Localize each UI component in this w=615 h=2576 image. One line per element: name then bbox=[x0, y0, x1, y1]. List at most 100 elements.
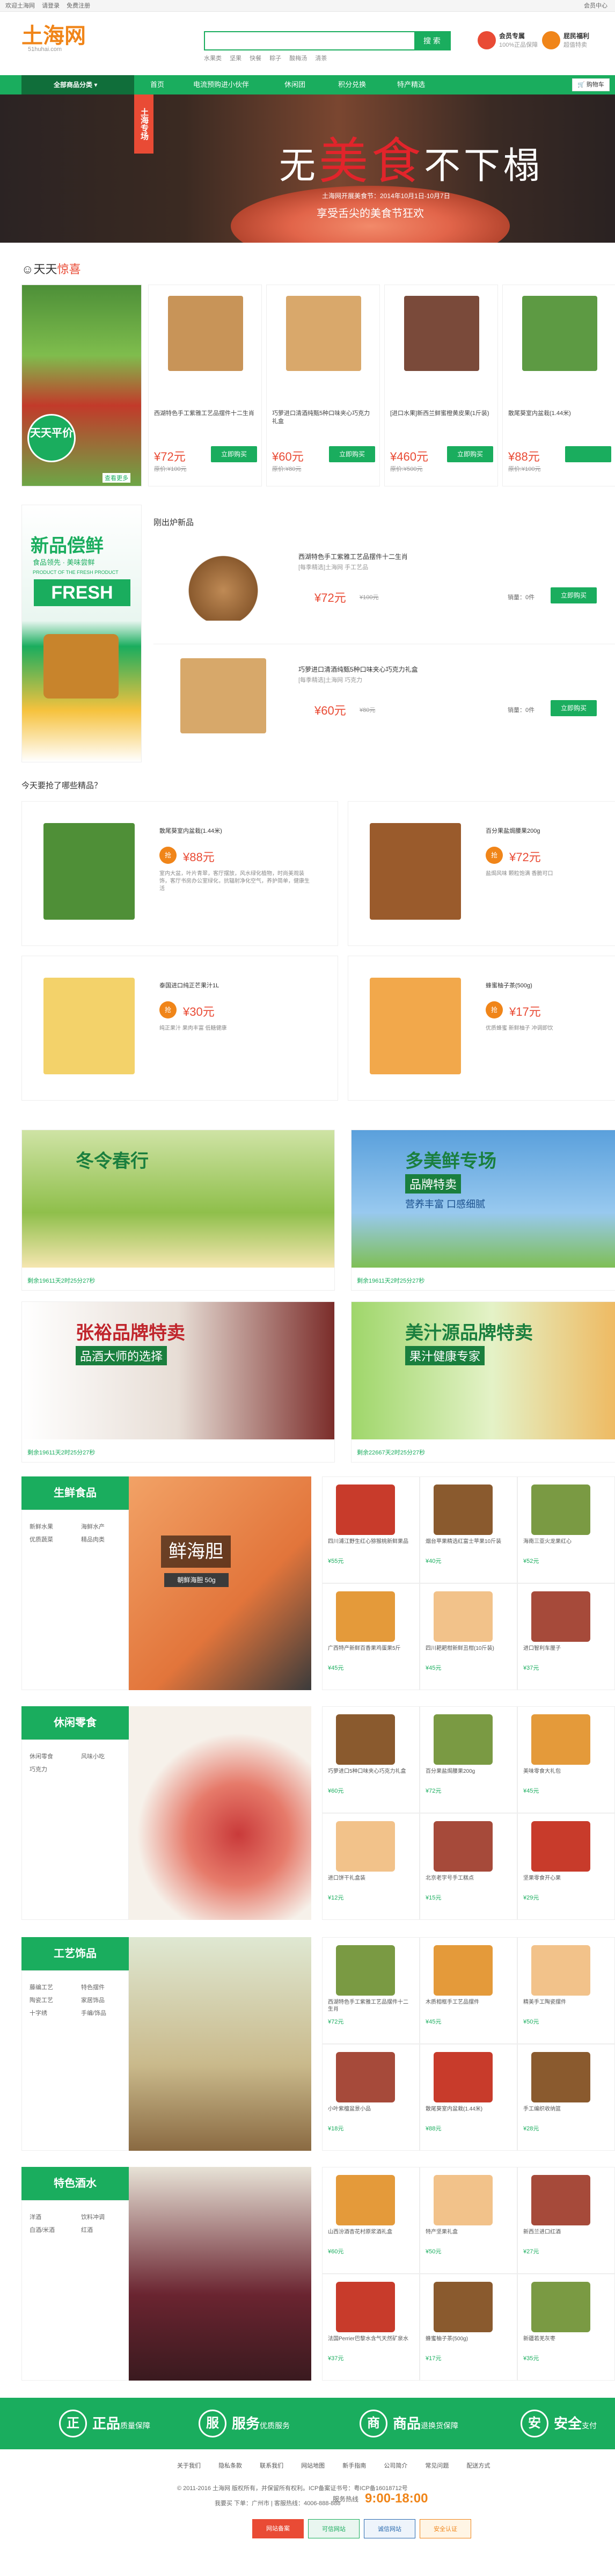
footer-link[interactable]: 联系我们 bbox=[260, 2463, 283, 2469]
floor-category-link[interactable]: 家居饰品 bbox=[81, 1995, 105, 2006]
floor-product-cell[interactable]: 新疆若羌灰枣 ¥35元 bbox=[517, 2274, 615, 2381]
product-image[interactable] bbox=[434, 1945, 493, 1996]
floor-category-link[interactable]: 休闲零食 bbox=[30, 1751, 53, 1763]
member-badge[interactable]: 会员专属 100%正品保障 bbox=[478, 31, 553, 55]
login-link[interactable]: 请登录 bbox=[42, 0, 60, 12]
cert-badge[interactable]: 可信网站 bbox=[308, 2519, 360, 2538]
product-name[interactable]: 进口饼干礼盒装 bbox=[328, 1875, 408, 1882]
product-name[interactable]: 小叶紫檀盆景小品 bbox=[328, 2106, 408, 2113]
welfare-badge[interactable]: 屁民福利 超值特卖 bbox=[542, 31, 615, 55]
fresh-buy-button[interactable]: 立即购买 bbox=[551, 587, 597, 603]
fresh-item-name[interactable]: 西湖特色手工紫雅工艺品摆件十二生肖 bbox=[298, 552, 408, 561]
product-image[interactable] bbox=[531, 2052, 590, 2102]
product-name[interactable]: 新疆若羌灰枣 bbox=[523, 2335, 604, 2342]
footer-link[interactable]: 配送方式 bbox=[466, 2463, 490, 2469]
nav-item-preorder[interactable]: 电流预购进小伙伴 bbox=[193, 75, 249, 94]
product-image[interactable] bbox=[336, 2052, 395, 2102]
floor-ad-image[interactable] bbox=[129, 1937, 311, 2151]
floor-product-cell[interactable]: 散尾葵室内盆栽(1.44米) ¥88元 bbox=[420, 2044, 517, 2151]
floor-category-link[interactable]: 白酒/米酒 bbox=[30, 2224, 55, 2236]
product-image[interactable] bbox=[434, 1485, 493, 1535]
nav-item-leisure[interactable]: 休闲团 bbox=[284, 75, 305, 94]
product-image[interactable] bbox=[522, 296, 597, 371]
floor-product-cell[interactable]: 山西汾酒杏花村原浆酒礼盒 ¥60元 bbox=[322, 2167, 420, 2274]
product-image[interactable] bbox=[168, 296, 243, 371]
special-brand-card[interactable]: 多美鲜专场 品牌特卖 营养丰富 口感细腻 剩余19611天2时25分27秒 bbox=[351, 1130, 615, 1291]
search-button[interactable]: 搜 索 bbox=[414, 32, 450, 49]
product-name[interactable]: 西湖特色手工紫雅工艺品摆件十二生肖 bbox=[328, 1999, 408, 2013]
product-image[interactable] bbox=[531, 1485, 590, 1535]
fresh-item[interactable]: 西湖特色手工紫雅工艺品摆件十二生肖 [每季精选]土海网 手工艺品 ¥72元 ¥1… bbox=[153, 532, 615, 644]
floor-product-cell[interactable]: 巧萝进口5种口味夹心巧克力礼盒 ¥60元 bbox=[322, 1706, 420, 1813]
floor-product-cell[interactable]: 小叶紫檀盆景小品 ¥18元 bbox=[322, 2044, 420, 2151]
product-image[interactable] bbox=[434, 2052, 493, 2102]
buy-now-button[interactable]: 立即购买 bbox=[329, 446, 375, 462]
special-brand-card[interactable]: 张裕品牌特卖 品酒大师的选择 剩余19611天2时25分27秒 bbox=[21, 1301, 335, 1462]
floor-product-cell[interactable]: 进口饼干礼盒装 ¥12元 bbox=[322, 1813, 420, 1920]
product-name[interactable]: 百分果盐焗腰果200g bbox=[426, 1768, 506, 1775]
product-image[interactable] bbox=[531, 1821, 590, 1872]
floor-category-link[interactable]: 海鲜水产 bbox=[81, 1521, 105, 1533]
floor-category-link[interactable]: 新鲜水果 bbox=[30, 1521, 53, 1533]
product-name[interactable]: 法国Perrier巴黎水含气天然矿泉水 bbox=[328, 2335, 408, 2342]
floor-category-link[interactable]: 陶瓷工艺 bbox=[30, 1995, 53, 2006]
product-name[interactable]: 四川浦江野生红心猕猴桃新鲜果品 bbox=[328, 1538, 408, 1545]
product-name[interactable]: 进口智利车厘子 bbox=[523, 1645, 604, 1652]
product-name[interactable]: 西湖特色手工紫雅工艺品摆件十二生肖 bbox=[154, 410, 256, 418]
floor-category-link[interactable]: 红酒 bbox=[81, 2224, 93, 2236]
product-name[interactable]: 海南三亚火龙果红心 bbox=[523, 1538, 604, 1545]
floor-product-cell[interactable]: 四川浦江野生红心猕猴桃新鲜果品 ¥55元 bbox=[322, 1476, 420, 1583]
site-logo[interactable]: 土海网 bbox=[21, 18, 86, 49]
product-image[interactable] bbox=[434, 2175, 493, 2225]
fresh-item-image[interactable] bbox=[180, 545, 266, 621]
floor-product-cell[interactable]: 坚果零食开心果 ¥29元 bbox=[517, 1813, 615, 1920]
daily-product-card[interactable]: 巧萝进口清酒纯甄5种口味夹心巧克力礼盒 ¥60元 原价:¥80元 立即购买 bbox=[266, 285, 380, 486]
product-image[interactable] bbox=[336, 1591, 395, 1642]
product-image[interactable] bbox=[404, 296, 479, 371]
register-link[interactable]: 免费注册 bbox=[67, 0, 90, 12]
nav-item-points[interactable]: 积分兑换 bbox=[338, 75, 366, 94]
product-name[interactable]: 巧萝进口5种口味夹心巧克力礼盒 bbox=[328, 1768, 408, 1775]
floor-product-cell[interactable]: 手工编织收纳篮 ¥28元 bbox=[517, 2044, 615, 2151]
product-name[interactable]: 坚果零食开心果 bbox=[523, 1875, 604, 1882]
floor-category-link[interactable]: 洋酒 bbox=[30, 2211, 41, 2223]
product-image[interactable] bbox=[286, 296, 361, 371]
product-image[interactable] bbox=[531, 2282, 590, 2332]
floor-category-link[interactable]: 风味小吃 bbox=[81, 1751, 105, 1763]
floor-category-link[interactable]: 饮料冲调 bbox=[81, 2211, 105, 2223]
cart-button[interactable]: 🛒 购物车 bbox=[572, 78, 610, 91]
product-name[interactable]: 散尾葵室内盆栽(1.44米) bbox=[159, 826, 320, 835]
product-name[interactable]: 巧萝进口清酒纯甄5种口味夹心巧克力礼盒 bbox=[272, 410, 374, 426]
footer-link[interactable]: 关于我们 bbox=[177, 2463, 201, 2469]
product-name[interactable]: 手工编织收纳篮 bbox=[523, 2106, 604, 2113]
product-name[interactable]: 北京老字号手工糕点 bbox=[426, 1875, 506, 1882]
product-name[interactable]: 新西兰进口红酒 bbox=[523, 2229, 604, 2236]
floor-category-link[interactable]: 特色摆件 bbox=[81, 1982, 105, 1993]
footer-link[interactable]: 隐私条款 bbox=[218, 2463, 242, 2469]
hero-banner[interactable]: 土海专场 无美食不下榻 土海网开展美食节：2014年10月1日-10月7日 享受… bbox=[0, 94, 615, 243]
product-image[interactable] bbox=[336, 2282, 395, 2332]
floor-product-cell[interactable]: 进口智利车厘子 ¥37元 bbox=[517, 1583, 615, 1690]
product-name[interactable]: 百分果盐焗腰果200g bbox=[486, 826, 615, 835]
product-name[interactable]: 泰国进口纯正芒果汁1L bbox=[159, 981, 320, 989]
product-image[interactable] bbox=[336, 2175, 395, 2225]
special-brand-card[interactable]: 美汁源品牌特卖 果汁健康专家 剩余22667天2时25分27秒 bbox=[351, 1301, 615, 1462]
floor-product-cell[interactable]: 蜂蜜柚子茶(500g) ¥17元 bbox=[420, 2274, 517, 2381]
today-product-card[interactable]: 蜂蜜柚子茶(500g) 抢 ¥17元 优质蜂蜜 新鲜柚子 冲调即饮 bbox=[348, 956, 615, 1101]
product-image[interactable] bbox=[434, 1714, 493, 1765]
product-name[interactable]: 烟台苹果精选红富士苹果10斤装 bbox=[426, 1538, 506, 1545]
all-categories-button[interactable]: 全部商品分类 ▾ bbox=[21, 75, 134, 94]
floor-ad-image[interactable] bbox=[129, 2167, 311, 2381]
hot-word[interactable]: 水果类 bbox=[204, 55, 222, 62]
product-image[interactable] bbox=[336, 1714, 395, 1765]
floor-product-cell[interactable]: 精美手工陶瓷摆件 ¥50元 bbox=[517, 1937, 615, 2044]
product-name[interactable]: 特产坚果礼盒 bbox=[426, 2229, 506, 2236]
search-input[interactable] bbox=[205, 32, 414, 49]
footer-link[interactable]: 新手指南 bbox=[342, 2463, 366, 2469]
floor-product-cell[interactable]: 新西兰进口红酒 ¥27元 bbox=[517, 2167, 615, 2274]
floor-category-link[interactable]: 优质蔬菜 bbox=[30, 1534, 53, 1546]
product-name[interactable]: 蜂蜜柚子茶(500g) bbox=[486, 981, 615, 989]
daily-product-card[interactable]: 西湖特色手工紫雅工艺品摆件十二生肖 ¥72元 原价:¥100元 立即购买 bbox=[148, 285, 262, 486]
nav-item-home[interactable]: 首页 bbox=[150, 75, 164, 94]
fresh-item-name[interactable]: 巧萝进口清酒纯甄5种口味夹心巧克力礼盒 bbox=[298, 665, 418, 674]
